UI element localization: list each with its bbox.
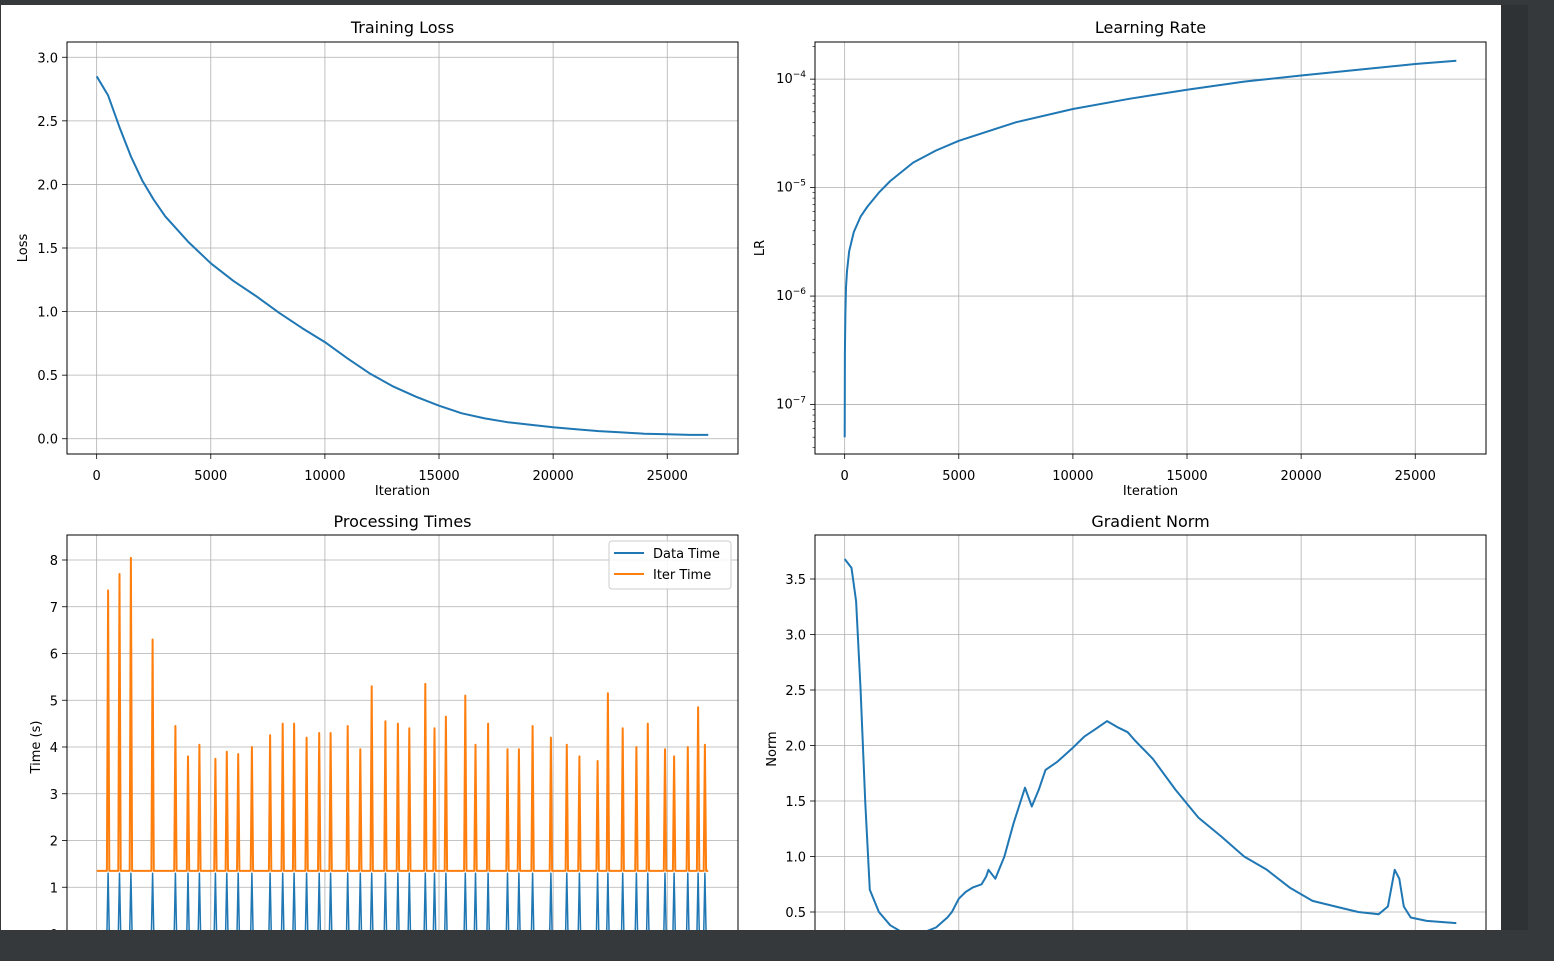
x-tick-label: 25000 xyxy=(647,469,688,484)
y-tick-label: 3.5 xyxy=(785,573,806,588)
y-tick-label: 4 xyxy=(50,741,58,756)
y-tick-label: 3.0 xyxy=(37,51,58,66)
y-tick-label: 1 xyxy=(50,881,58,896)
chart-title: Learning Rate xyxy=(1095,18,1206,37)
x-tick-label: 0 xyxy=(841,469,849,484)
x-tick-label: 25000 xyxy=(1395,469,1436,484)
x-tick-label: 20000 xyxy=(532,469,573,484)
y-tick-label: 8 xyxy=(50,554,58,569)
y-tick-label: 2.5 xyxy=(37,115,58,130)
y-tick-label: 2.5 xyxy=(785,684,806,699)
figure-svg: 0 5000 10000 15000 20000 250000.00.51.01.52.0… xyxy=(16,18,1487,930)
series-line xyxy=(95,75,709,436)
x-tick-label: 15000 xyxy=(1166,469,1207,484)
y-tick-label: 6 xyxy=(50,648,58,663)
y-tick-label: 0.5 xyxy=(785,906,806,921)
panel-gradient-norm: 0.5 1.0 1.5 2.0 2.5 3.0 3.5 Gradient Norm Norm xyxy=(765,512,1487,930)
plot-area xyxy=(843,558,1457,930)
y-axis-label: Loss xyxy=(16,234,31,263)
y-tick-label: 1.5 xyxy=(37,242,58,257)
y-tick-label: 10−4 xyxy=(776,70,806,87)
legend-label-data-time: Data Time xyxy=(653,547,720,562)
y-tick-label: 2.0 xyxy=(37,178,58,193)
y-tick-label: 5 xyxy=(50,694,58,709)
y-tick-label: 3.0 xyxy=(785,629,806,644)
series-line xyxy=(843,59,1457,438)
plot-area xyxy=(95,75,709,436)
y-tick-label: 10−5 xyxy=(776,179,806,196)
tick-marks: 0 5000 10000 15000 20000 25000 10−7 10−6 10−5 10−… xyxy=(776,46,1436,484)
grid xyxy=(815,535,1486,930)
y-tick-label: 2.0 xyxy=(785,740,806,755)
panel-training-loss: 0 5000 10000 15000 20000 25000 0.0 0.5 1.0 1.5 2.0… xyxy=(16,18,739,499)
x-tick-label: 10000 xyxy=(1052,469,1093,484)
x-axis-label: Iteration xyxy=(375,484,430,499)
legend-label-iter-time: Iter Time xyxy=(653,568,711,583)
y-tick-label: 10−7 xyxy=(776,396,806,413)
tick-marks: 0.5 1.0 1.5 2.0 2.5 3.0 3.5 xyxy=(785,573,815,921)
x-tick-label: 10000 xyxy=(304,469,345,484)
grid xyxy=(815,42,1486,454)
x-tick-label: 15000 xyxy=(418,469,459,484)
y-axis-label: Time (s) xyxy=(29,721,44,775)
plot-area xyxy=(96,556,709,930)
x-tick-label: 0 xyxy=(93,469,101,484)
x-axis-label: Iteration xyxy=(1123,484,1178,499)
x-tick-label: 5000 xyxy=(942,469,975,484)
axes-frame xyxy=(814,41,1487,455)
figure-canvas: 0 5000 10000 15000 20000 25000 0.0 0.5 1.0 1.5 2.0… xyxy=(1,5,1501,930)
x-tick-label: 20000 xyxy=(1280,469,1321,484)
series-line xyxy=(843,558,1457,930)
tick-marks: 0 5000 10000 15000 20000 25000 0.0 0.5 1.0 1.5 2.0… xyxy=(37,51,688,484)
chart-title: Processing Times xyxy=(333,512,471,531)
y-axis-label: LR xyxy=(753,240,768,256)
y-tick-label: 1.0 xyxy=(785,851,806,866)
y-tick-label: 1.0 xyxy=(37,306,58,321)
y-tick-label: 7 xyxy=(50,601,58,616)
series-line-data-time xyxy=(106,872,707,930)
grid xyxy=(67,42,738,454)
y-axis-label: Norm xyxy=(765,731,780,766)
y-tick-label: 2 xyxy=(50,835,58,850)
window-bottom-bar xyxy=(0,930,1554,961)
axes-frame xyxy=(814,534,1487,930)
chart-title: Gradient Norm xyxy=(1091,512,1209,531)
series-line-iter-time xyxy=(96,556,709,872)
panel-processing-times: 012345678 Processing Times Time (s) Data… xyxy=(29,512,739,930)
x-tick-label: 5000 xyxy=(194,469,227,484)
chart-title: Training Loss xyxy=(350,18,454,37)
y-tick-label: 0.0 xyxy=(37,433,58,448)
y-tick-label: 10−6 xyxy=(776,287,806,304)
y-tick-label: 1.5 xyxy=(785,795,806,810)
y-tick-label: 0.5 xyxy=(37,369,58,384)
tick-marks: 012345678 xyxy=(50,554,67,930)
window-right-scrollbar[interactable] xyxy=(1501,5,1528,930)
legend: Data Time Iter Time xyxy=(608,540,732,590)
y-tick-label: 3 xyxy=(50,788,58,803)
plot-area xyxy=(843,59,1457,438)
panel-learning-rate: 0 5000 10000 15000 20000 25000 10−7 10−6 10−5 10−… xyxy=(753,18,1487,499)
